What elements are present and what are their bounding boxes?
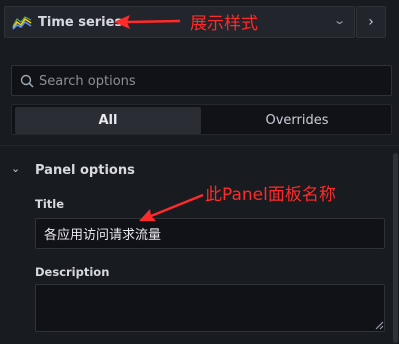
- description-label: Description: [35, 265, 110, 279]
- search-box[interactable]: [11, 65, 392, 96]
- annotation-arrow-title: [139, 193, 204, 221]
- resize-grip-icon[interactable]: [375, 321, 384, 330]
- search-icon: [20, 74, 34, 88]
- annotation-arrow-viz: [114, 15, 181, 29]
- tab-overrides[interactable]: Overrides: [202, 107, 392, 134]
- divider: [0, 145, 399, 146]
- search-input[interactable]: [39, 71, 379, 91]
- description-input[interactable]: [35, 284, 385, 332]
- chevron-right-icon: ›: [368, 14, 374, 30]
- timeseries-chart-icon: [12, 16, 32, 30]
- section-title-panel-options[interactable]: Panel options: [35, 163, 135, 178]
- tab-all[interactable]: All: [15, 107, 201, 134]
- title-label: Title: [35, 197, 65, 211]
- annotation-title-note: 此Panel面板名称: [205, 185, 336, 205]
- scrollbar[interactable]: [393, 153, 398, 343]
- chevron-down-icon: ⌄: [333, 14, 347, 27]
- next-nav-button[interactable]: ›: [356, 6, 386, 38]
- annotation-viz-note: 展示样式: [190, 14, 258, 34]
- chevron-down-icon[interactable]: ⌄: [11, 162, 20, 175]
- options-tabs: All Overrides: [11, 104, 392, 135]
- title-input[interactable]: [35, 218, 385, 249]
- visualization-name: Time series: [38, 15, 123, 30]
